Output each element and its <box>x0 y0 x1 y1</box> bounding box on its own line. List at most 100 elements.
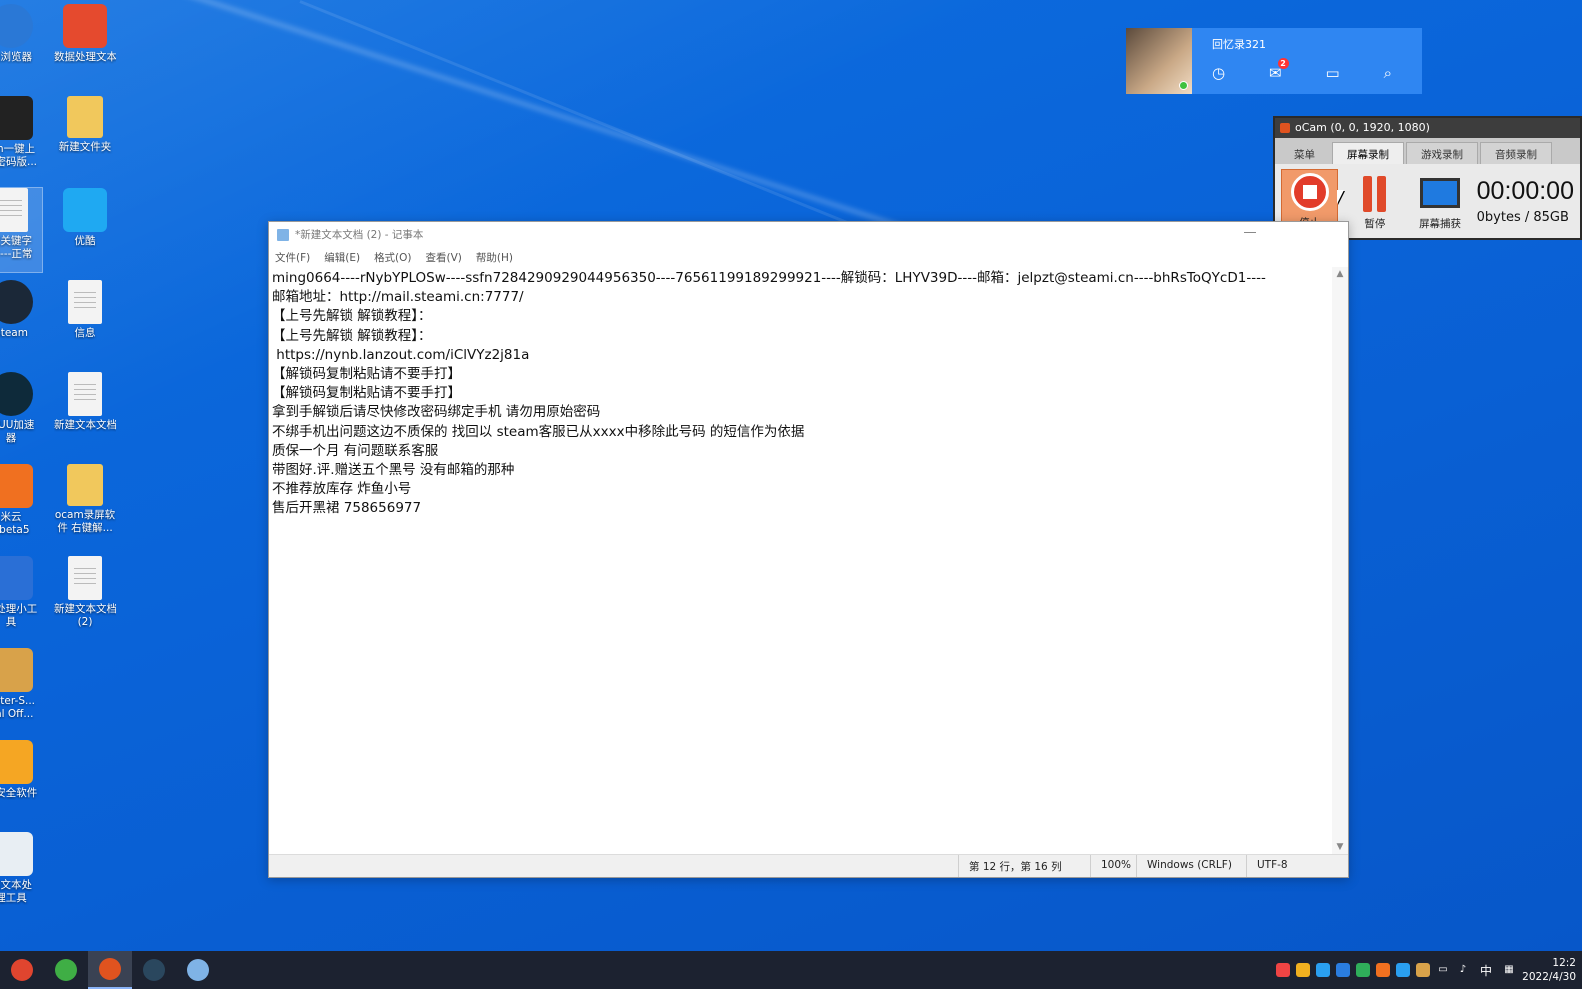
notepad-window: *新建文本文档 (2) - 记事本 文件(F) 编辑(E) 格式(O) 查看(V… <box>268 221 1349 878</box>
scroll-up-icon[interactable]: ▲ <box>1332 267 1348 281</box>
desktop-icon[interactable]: 码文本处 理工具 <box>0 832 42 916</box>
desktop-icon[interactable]: 线安全软件 <box>0 740 42 824</box>
taskbar-app-button[interactable] <box>88 951 132 989</box>
notepad-title: *新建文本文档 (2) - 记事本 <box>295 229 424 241</box>
folder-icon <box>67 96 103 138</box>
desktop-icon[interactable]: unter-S... bal Off... <box>0 648 42 732</box>
steam-tray-icon[interactable] <box>1335 963 1350 977</box>
feather-tray-icon[interactable] <box>1315 963 1330 977</box>
desktop-icon-label: 核浏览器 <box>0 51 32 63</box>
taskbar-app-button[interactable] <box>44 951 88 989</box>
folder-zip-icon <box>67 464 103 506</box>
menu-file[interactable]: 文件(F) <box>275 250 310 265</box>
taskbar-app-button[interactable] <box>0 951 44 989</box>
qq-panel[interactable]: 回忆录321 ◷ ✉ 2 ▭ ⌕ <box>1126 28 1422 94</box>
desktop-icon[interactable]: 新建文本文档 (2) <box>54 556 116 640</box>
system-clock[interactable]: 12:2 2022/4/30 <box>1522 956 1576 984</box>
mail-icon[interactable]: ✉ 2 <box>1269 58 1289 82</box>
record-tray-icon[interactable] <box>1275 963 1290 977</box>
avatar[interactable] <box>1126 28 1192 94</box>
tab-screen-record[interactable]: 屏幕录制 <box>1332 142 1404 164</box>
menu-view[interactable]: 查看(V) <box>426 250 462 265</box>
tab-menu[interactable]: 菜单 <box>1279 142 1330 164</box>
desktop-icon[interactable]: ocam录屏软 件 右键解... <box>54 464 116 548</box>
desktop-icon[interactable]: am一键上 加密码版... <box>0 96 42 180</box>
desktop-icon[interactable]: 米云 2beta5 <box>0 464 42 548</box>
notepad-taskbar-icon <box>187 959 209 981</box>
pause-icon <box>1363 176 1387 212</box>
zoom-level: 100% <box>1090 855 1136 877</box>
desktop-icon-label: ocam录屏软 件 右键解... <box>54 509 116 534</box>
network-icon[interactable]: ▭ <box>1436 963 1450 977</box>
qq-username: 回忆录321 <box>1212 38 1266 51</box>
desktop-icon[interactable]: 核浏览器 <box>0 4 42 88</box>
youku-icon <box>63 188 107 232</box>
notepad-titlebar[interactable]: *新建文本文档 (2) - 记事本 <box>269 222 1348 247</box>
app-tray-icon[interactable] <box>1355 963 1370 977</box>
desktop-icon[interactable]: Steam <box>0 280 42 364</box>
menu-format[interactable]: 格式(O) <box>374 250 411 265</box>
steam-film-icon <box>0 96 33 140</box>
pause-label: 暂停 <box>1364 218 1386 230</box>
desktop-icon[interactable]: 取关键字 号---正常 <box>0 187 43 273</box>
taskbar-app-button[interactable] <box>132 951 176 989</box>
location-tray-icon[interactable] <box>1395 963 1410 977</box>
online-status-dot <box>1179 81 1188 90</box>
vertical-scrollbar[interactable]: ▲ ▼ <box>1332 267 1348 854</box>
desktop-icon-label: unter-S... bal Off... <box>0 695 35 720</box>
menu-help[interactable]: 帮助(H) <box>476 250 513 265</box>
notepad-text-area[interactable]: ming0664----rNybYPLOSw----ssfn7284290929… <box>270 267 1332 854</box>
desktop-icon-label: 新建文本文档 (2) <box>54 603 116 628</box>
ime-indicator[interactable]: 中 <box>1480 962 1492 979</box>
desktop-icon-label: 米云 2beta5 <box>0 511 30 536</box>
tab-audio-record[interactable]: 音频录制 <box>1480 142 1552 164</box>
monitor-icon <box>1420 178 1461 208</box>
desktop-icon[interactable]: 新建文本文档 <box>54 372 116 456</box>
ocam-taskbar-icon <box>99 958 121 980</box>
desktop-icon[interactable]: 新建文件夹 <box>54 96 116 180</box>
taskbar: ▭ ♪ 中 ▦ 12:2 2022/4/30 <box>0 951 1582 989</box>
stop-icon <box>1290 173 1329 211</box>
text-file-icon <box>0 188 28 232</box>
desktop-icon-label: 易UU加速 器 <box>0 419 35 444</box>
user-tray-icon[interactable] <box>1415 963 1430 977</box>
security-flame-icon <box>0 740 33 784</box>
cursor-position: 第 12 行，第 16 列 <box>958 855 1090 877</box>
wallpaper-light-ray <box>89 0 947 244</box>
window-tool-icon <box>0 556 33 600</box>
mi-cloud-icon <box>0 464 33 508</box>
desktop-icon[interactable]: 数据处理文本 <box>54 4 116 88</box>
steam-taskbar-icon <box>143 959 165 981</box>
clock-date: 2022/4/30 <box>1522 971 1576 983</box>
screen-capture-button[interactable]: 屏幕捕获 <box>1411 169 1468 233</box>
search-icon[interactable]: ⌕ <box>1384 64 1392 82</box>
screen-capture-label: 屏幕捕获 <box>1419 218 1462 230</box>
desktop-icon[interactable]: 易UU加速 器 <box>0 372 42 456</box>
clock-time: 12:2 <box>1552 957 1576 969</box>
history-icon[interactable]: ◷ <box>1212 64 1225 82</box>
mail-badge: 2 <box>1277 58 1289 69</box>
desktop-icon-label: 数据处理文本 <box>54 51 116 63</box>
tab-game-record[interactable]: 游戏录制 <box>1406 142 1478 164</box>
ocam-tray-icon[interactable] <box>1375 963 1390 977</box>
desktop-icon-label: 取关键字 号---正常 <box>0 235 33 260</box>
desktop-icon-label: 新建文本文档 <box>54 419 116 431</box>
volume-icon[interactable]: ♪ <box>1456 963 1470 977</box>
shield-tray-icon[interactable] <box>1295 963 1310 977</box>
text-file-icon <box>68 280 102 324</box>
desktop-icon[interactable]: 优酷 <box>54 188 116 272</box>
minimize-button[interactable] <box>1244 232 1256 233</box>
taskbar-app-button[interactable] <box>176 951 220 989</box>
csgo-icon <box>0 648 33 692</box>
desktop-icon[interactable]: 信息 <box>54 280 116 364</box>
pause-button[interactable]: 暂停 <box>1346 169 1403 233</box>
window-icon[interactable]: ▭ <box>1325 64 1339 82</box>
desktop-icon[interactable]: 本处理小工 具 <box>0 556 42 640</box>
recording-time: 00:00:00 <box>1476 177 1574 205</box>
ocam-title: oCam (0, 0, 1920, 1080) <box>1275 118 1580 138</box>
menu-edit[interactable]: 编辑(E) <box>324 250 360 265</box>
360-browser-icon <box>55 959 77 981</box>
desktop-icon-label: Steam <box>0 327 28 339</box>
keyboard-layout-icon[interactable]: ▦ <box>1502 963 1516 977</box>
scroll-down-icon[interactable]: ▼ <box>1332 840 1348 854</box>
